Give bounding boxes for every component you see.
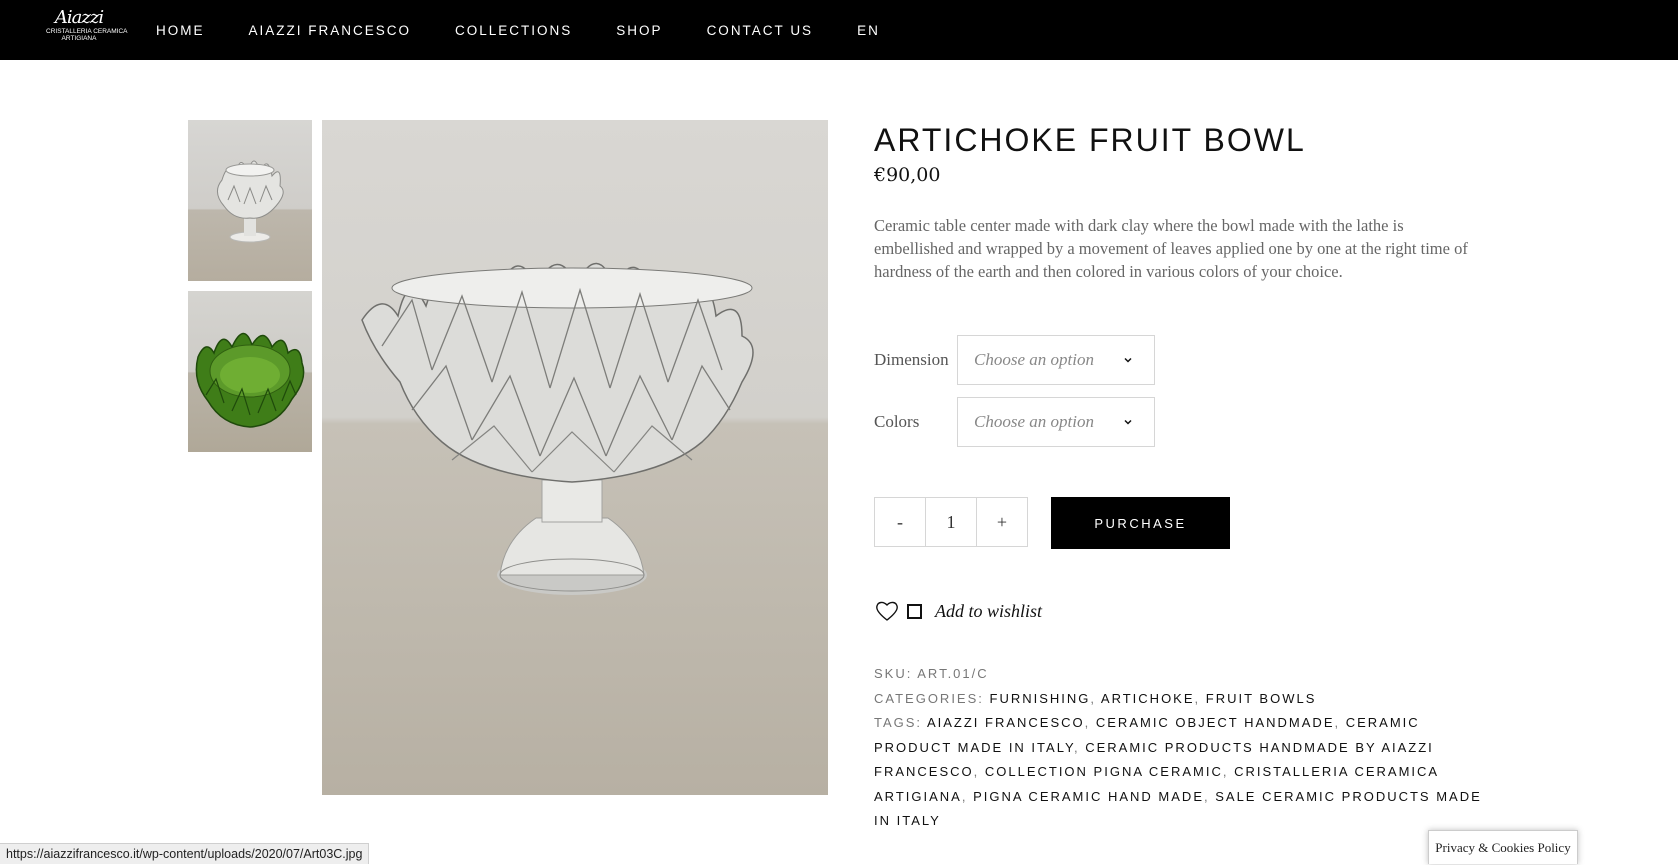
main-product-image[interactable] — [322, 120, 828, 795]
thumbnail-green-bowl[interactable] — [188, 291, 312, 452]
dimension-select-value: Choose an option — [974, 350, 1094, 369]
tag-link[interactable]: CERAMIC OBJECT HANDMADE — [1096, 715, 1335, 730]
logo-line1: CRISTALLERIA CERAMICA — [46, 28, 128, 35]
sku-label: SKU: — [874, 666, 913, 681]
green-bowl-thumb-image — [195, 332, 305, 428]
tag-link[interactable]: AIAZZI FRANCESCO — [927, 715, 1085, 730]
logo-line2: ARTIGIANA — [61, 35, 97, 42]
colors-label: Colors — [874, 412, 920, 431]
nav-contact-us[interactable]: CONTACT US — [707, 23, 814, 38]
sku-value: ART.01/C — [917, 666, 989, 681]
quantity-decrease-button[interactable]: - — [874, 497, 926, 547]
chevron-down-icon — [1124, 357, 1132, 363]
purchase-button[interactable]: PURCHASE — [1051, 497, 1230, 549]
nav-home[interactable]: HOME — [156, 23, 205, 38]
artichoke-bowl-illustration — [361, 262, 754, 595]
tags-label: TAGS: — [874, 715, 923, 730]
nav-shop[interactable]: SHOP — [616, 23, 662, 38]
nav-aiazzi-francesco[interactable]: AIAZZI FRANCESCO — [249, 23, 412, 38]
colors-select[interactable]: Choose an option — [957, 397, 1155, 447]
dimension-select[interactable]: Choose an option — [957, 335, 1155, 385]
heart-icon — [876, 601, 898, 621]
wishlist-checkbox[interactable] — [907, 603, 922, 619]
tags-row: TAGS: AIAZZI FRANCESCO, CERAMIC OBJECT H… — [874, 715, 1482, 828]
product-meta: SKU: ART.01/C CATEGORIES: FURNISHING, AR… — [874, 662, 1494, 834]
browser-status-url: https://aiazzifrancesco.it/wp-content/up… — [0, 843, 370, 864]
privacy-cookies-button[interactable]: Privacy & Cookies Policy — [1428, 830, 1578, 864]
colors-select-value: Choose an option — [974, 412, 1094, 431]
product-description: Ceramic table center made with dark clay… — [874, 216, 1468, 281]
dimension-label: Dimension — [874, 350, 949, 369]
brand-logo[interactable]: Aiazzi CRISTALLERIA CERAMICA ARTIGIANA — [46, 7, 128, 50]
chevron-down-icon — [1124, 419, 1132, 425]
tag-link[interactable]: COLLECTION PIGNA CERAMIC — [985, 764, 1223, 779]
nav-language[interactable]: EN — [857, 23, 880, 38]
categories-label: CATEGORIES: — [874, 690, 984, 706]
sku-row: SKU: ART.01/C — [874, 662, 1494, 687]
nav-collections[interactable]: COLLECTIONS — [455, 23, 572, 38]
categories-row: CATEGORIES: FURNISHING, ARTICHOKE, FRUIT… — [874, 690, 1317, 706]
product-price: €90,00 — [874, 164, 941, 186]
product-title: ARTICHOKE FRUIT BOWL — [874, 122, 1306, 158]
logo-script: Aiazzi — [54, 7, 104, 28]
main-menu: HOME AIAZZI FRANCESCO COLLECTIONS SHOP C… — [156, 0, 924, 60]
quantity-increase-button[interactable]: + — [976, 497, 1028, 547]
category-link[interactable]: FURNISHING — [990, 691, 1091, 706]
category-link[interactable]: ARTICHOKE — [1101, 691, 1195, 706]
wishlist-label: Add to wishlist — [935, 600, 1043, 621]
tag-link[interactable]: PIGNA CERAMIC HAND MADE — [973, 789, 1204, 804]
thumbnail-white-bowl[interactable] — [188, 120, 312, 281]
white-bowl-thumb-image — [217, 160, 284, 243]
category-link[interactable]: FRUIT BOWLS — [1206, 691, 1317, 706]
top-navigation: Aiazzi CRISTALLERIA CERAMICA ARTIGIANA H… — [0, 0, 1678, 60]
add-to-wishlist[interactable]: Add to wishlist — [874, 598, 1042, 624]
quantity-input[interactable]: 1 — [925, 497, 977, 547]
